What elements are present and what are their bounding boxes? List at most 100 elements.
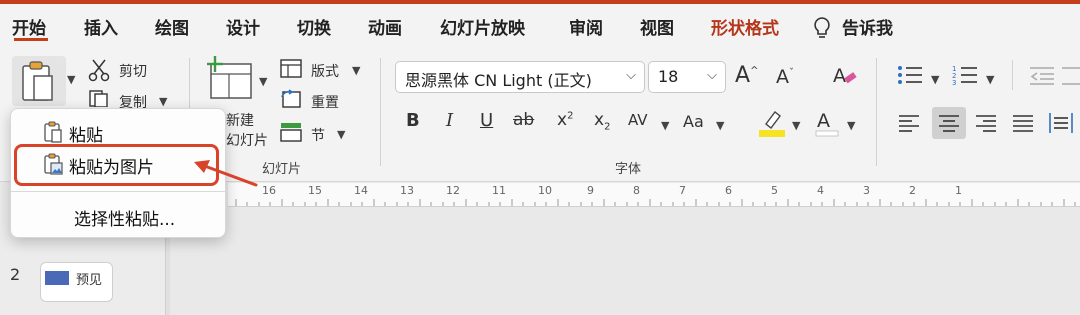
ruler-number: 13 [400, 184, 414, 197]
slide-thumbnail[interactable]: 预见 [40, 262, 113, 302]
distribute-icon[interactable] [1046, 109, 1076, 137]
ruler-number: 7 [679, 184, 686, 197]
ruler-number: 8 [633, 184, 640, 197]
paste-icon [43, 121, 63, 143]
ruler-number: 16 [262, 184, 276, 197]
new-slide-chevron-icon[interactable]: ▼ [259, 75, 267, 88]
underline-icon[interactable]: U [480, 110, 493, 131]
font-name-combo[interactable]: 思源黑体 CN Light (正文) ⌵ [395, 61, 645, 93]
divider [1012, 60, 1013, 90]
ruler-number: 12 [446, 184, 460, 197]
tab-home[interactable]: 开始 [12, 14, 46, 39]
group-divider [876, 58, 877, 166]
align-center-icon[interactable] [932, 107, 966, 139]
font-color-chevron-icon[interactable]: ▼ [847, 119, 855, 132]
chevron-down-icon: ⌵ [626, 68, 636, 83]
justify-icon[interactable] [1009, 109, 1037, 137]
reset-icon [280, 89, 302, 109]
strikethrough-icon[interactable]: ab [513, 110, 534, 130]
tab-tell-me[interactable]: 告诉我 [842, 14, 893, 39]
annotation-highlight-box [14, 144, 219, 186]
ruler-number: 2 [909, 184, 916, 197]
scissors-icon [88, 58, 110, 82]
ruler-number: 6 [725, 184, 732, 197]
slides-group-label: 幻灯片 [262, 162, 302, 177]
char-spacing-chevron-icon[interactable]: ▼ [661, 119, 669, 132]
decrease-indent-icon[interactable] [1030, 66, 1054, 86]
slide-canvas-area[interactable] [170, 207, 1080, 315]
section-chevron-icon[interactable]: ▼ [337, 128, 345, 141]
thumbnail-text: 预见 [76, 273, 103, 288]
character-spacing-icon[interactable]: AV [628, 111, 648, 129]
menu-item-label: 选择性粘贴... [74, 210, 176, 230]
bullets-chevron-icon[interactable]: ▼ [931, 73, 939, 86]
tab-shape-format[interactable]: 形状格式 [711, 14, 779, 39]
layout-button[interactable]: 版式 [311, 61, 339, 81]
copy-chevron-icon[interactable]: ▼ [159, 95, 167, 108]
ruler-number: 3 [863, 184, 870, 197]
align-left-icon[interactable] [895, 109, 923, 137]
highlight-chevron-icon[interactable]: ▼ [792, 119, 800, 132]
reset-button[interactable]: 重置 [311, 92, 339, 112]
paste-button[interactable] [12, 56, 66, 106]
tab-slideshow[interactable]: 幻灯片放映 [440, 14, 525, 39]
tab-view[interactable]: 视图 [640, 14, 674, 39]
menu-item-label: 粘贴 [69, 126, 103, 146]
superscript-icon[interactable]: x2 [557, 110, 573, 130]
numbering-chevron-icon[interactable]: ▼ [986, 73, 994, 86]
numbering-icon[interactable]: 123 [952, 64, 978, 86]
ruler-number: 5 [771, 184, 778, 197]
cut-button[interactable]: 剪切 [119, 61, 147, 81]
font-size-combo[interactable]: 18 ⌵ [648, 61, 726, 93]
bulb-icon [811, 16, 833, 40]
italic-icon[interactable]: I [446, 110, 453, 131]
tab-insert[interactable]: 插入 [84, 14, 118, 39]
new-slide-label-line1[interactable]: 新建 [226, 110, 254, 130]
font-group-label: 字体 [615, 162, 642, 177]
annotation-arrow-icon [190, 155, 260, 191]
ruler-number: 4 [817, 184, 824, 197]
ruler-number: 14 [354, 184, 368, 197]
new-slide-icon [205, 56, 253, 100]
layout-chevron-icon[interactable]: ▼ [352, 64, 360, 77]
thumbnail-color-bar [45, 271, 69, 285]
ruler-number: 1 [955, 184, 962, 197]
tab-transitions[interactable]: 切换 [297, 14, 331, 39]
new-slide-label-line2[interactable]: 幻灯片 [226, 130, 268, 150]
ruler-number: 15 [308, 184, 322, 197]
align-right-icon[interactable] [972, 109, 1000, 137]
font-size-value: 18 [658, 67, 679, 86]
group-divider [380, 58, 381, 166]
font-color-icon[interactable]: A [815, 108, 839, 138]
menu-item-paste-special[interactable]: 选择性粘贴... [11, 201, 227, 231]
clear-formatting-icon[interactable]: A [832, 63, 858, 89]
svg-text:A: A [833, 65, 846, 87]
subscript-icon[interactable]: x2 [594, 110, 610, 132]
bullets-icon[interactable] [897, 64, 923, 86]
tab-design[interactable]: 设计 [226, 14, 260, 39]
ribbon-tab-row: 开始 插入 绘图 设计 切换 动画 幻灯片放映 审阅 视图 形状格式 告诉我 [0, 4, 1080, 44]
font-name-value: 思源黑体 CN Light (正文) [405, 71, 592, 90]
copy-icon [88, 89, 110, 107]
change-case-icon[interactable]: Aa [683, 112, 704, 131]
svg-text:3: 3 [952, 79, 956, 86]
bold-icon[interactable]: B [406, 110, 420, 131]
slide-number: 2 [10, 265, 21, 284]
tab-animations[interactable]: 动画 [368, 14, 402, 39]
svg-text:A: A [817, 110, 830, 132]
tab-draw[interactable]: 绘图 [155, 14, 189, 39]
increase-font-size-icon[interactable]: A^ [735, 63, 758, 88]
change-case-chevron-icon[interactable]: ▼ [716, 119, 724, 132]
decrease-font-size-icon[interactable]: Aˇ [776, 66, 794, 88]
menu-item-paste[interactable]: 粘贴 [11, 117, 227, 147]
layout-icon [280, 59, 302, 79]
ruler-number: 10 [538, 184, 552, 197]
tab-review[interactable]: 审阅 [569, 14, 603, 39]
paste-icon [20, 60, 56, 104]
ruler-number: 11 [492, 184, 506, 197]
section-icon [280, 122, 302, 142]
section-button[interactable]: 节 [311, 125, 325, 145]
highlighter-icon[interactable] [758, 108, 786, 138]
increase-indent-icon[interactable] [1062, 66, 1080, 86]
paste-dropdown-chevron-icon[interactable]: ▼ [67, 73, 75, 86]
